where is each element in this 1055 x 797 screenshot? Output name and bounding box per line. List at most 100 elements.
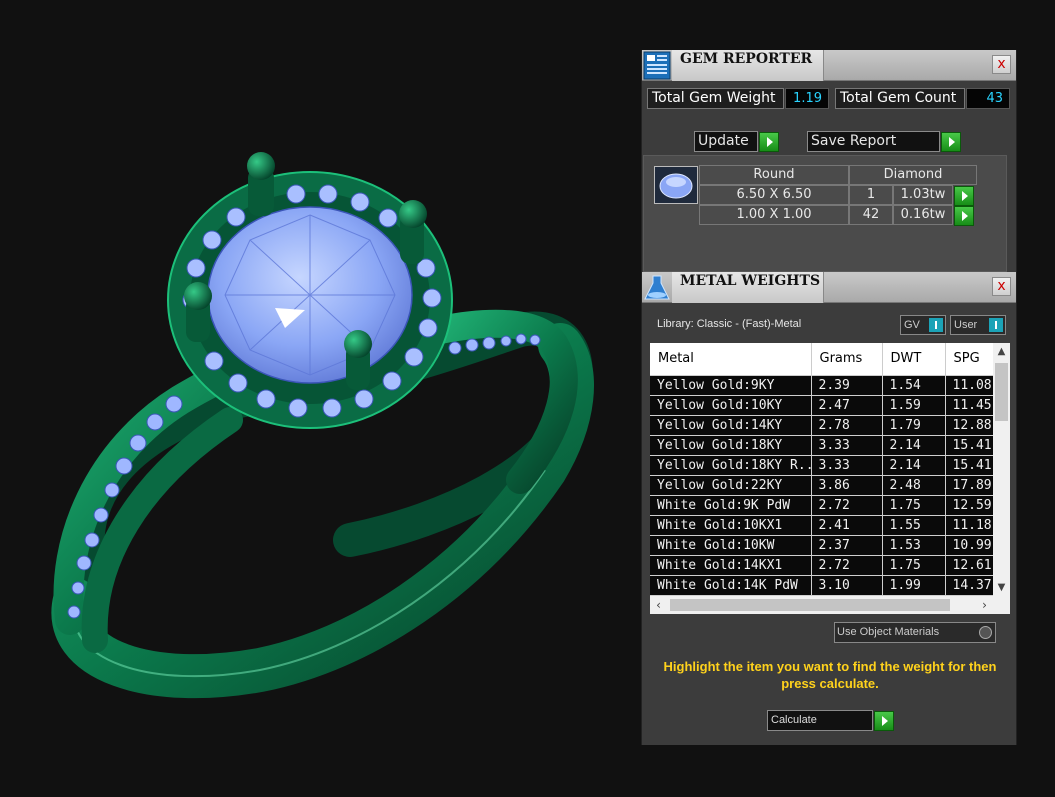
dwt-cell[interactable]: 2.48 [882, 475, 946, 496]
panel-title: METAL WEIGHTS [672, 272, 824, 303]
grams-cell[interactable]: 2.72 [811, 495, 883, 516]
grams-cell[interactable]: 2.47 [811, 395, 883, 416]
scroll-right-icon[interactable]: › [976, 596, 993, 614]
metal-name-cell[interactable]: Yellow Gold:18KY R... [650, 455, 812, 476]
table-row[interactable]: White Gold:10KW 2.37 1.53 10.99 [650, 535, 994, 556]
gem-row-weight[interactable]: 1.03tw [893, 185, 953, 205]
table-row[interactable]: Yellow Gold:10KY 2.47 1.59 11.45 [650, 395, 994, 416]
metal-name-cell[interactable]: White Gold:10KX1 [650, 515, 812, 536]
table-row[interactable]: White Gold:14K PdW 3.10 1.99 14.37 [650, 575, 994, 596]
metal-name-cell[interactable]: Yellow Gold:18KY [650, 435, 812, 456]
grams-cell[interactable]: 2.39 [811, 375, 883, 396]
horizontal-scrollbar[interactable]: ‹ › [650, 596, 1010, 614]
column-header-dwt[interactable]: DWT [882, 343, 946, 376]
gem-row-weight[interactable]: 0.16tw [893, 205, 953, 225]
dwt-cell[interactable]: 2.14 [882, 435, 946, 456]
dwt-cell[interactable]: 1.55 [882, 515, 946, 536]
spg-cell[interactable]: 12.61 [945, 555, 994, 576]
spg-cell[interactable]: 11.18 [945, 515, 994, 536]
scroll-thumb[interactable] [670, 599, 950, 611]
vertical-scrollbar[interactable]: ▲ ▼ [993, 343, 1010, 596]
save-report-arrow-icon[interactable] [941, 132, 961, 152]
column-header-grams[interactable]: Grams [811, 343, 883, 376]
scroll-left-icon[interactable]: ‹ [650, 596, 667, 614]
gem-shape-header: Round [699, 165, 849, 185]
spg-cell[interactable]: 12.59 [945, 495, 994, 516]
calculate-button[interactable]: Calculate [767, 710, 873, 731]
panel-title: GEM REPORTER [672, 50, 824, 81]
table-row[interactable]: Yellow Gold:9KY 2.39 1.54 11.08 [650, 375, 994, 396]
table-row[interactable]: White Gold:10KX1 2.41 1.55 11.18 [650, 515, 994, 536]
total-gem-weight-label: Total Gem Weight [647, 88, 784, 109]
update-arrow-icon[interactable] [759, 132, 779, 152]
gem-row-size[interactable]: 1.00 X 1.00 [699, 205, 849, 225]
metal-name-cell[interactable]: White Gold:10KW [650, 535, 812, 556]
spg-cell[interactable]: 17.89 [945, 475, 994, 496]
scroll-down-icon[interactable]: ▼ [993, 579, 1010, 596]
gem-material-header: Diamond [849, 165, 977, 185]
metal-table[interactable]: Metal Grams DWT SPG Yellow Gold:9KY 2.39 1… [650, 343, 1010, 614]
grams-cell[interactable]: 3.33 [811, 435, 883, 456]
dwt-cell[interactable]: 1.54 [882, 375, 946, 396]
grams-cell[interactable]: 3.86 [811, 475, 883, 496]
use-object-materials-label: Use Object Materials [837, 626, 940, 638]
toggle-switch-icon [929, 318, 943, 332]
table-row[interactable]: Yellow Gold:18KY R... 3.33 2.14 15.41 [650, 455, 994, 476]
table-row[interactable]: White Gold:9K PdW 2.72 1.75 12.59 [650, 495, 994, 516]
metal-name-cell[interactable]: White Gold:14K PdW [650, 575, 812, 596]
table-row[interactable]: Yellow Gold:14KY 2.78 1.79 12.88 [650, 415, 994, 436]
update-button[interactable]: Update [694, 131, 758, 152]
scroll-up-icon[interactable]: ▲ [993, 343, 1010, 360]
dwt-cell[interactable]: 1.59 [882, 395, 946, 416]
grams-cell[interactable]: 3.10 [811, 575, 883, 596]
gem-row-arrow-icon[interactable] [954, 186, 974, 206]
spg-cell[interactable]: 10.99 [945, 535, 994, 556]
dwt-cell[interactable]: 2.14 [882, 455, 946, 476]
close-icon[interactable]: x [992, 55, 1011, 74]
spg-cell[interactable]: 11.08 [945, 375, 994, 396]
scroll-thumb[interactable] [995, 363, 1008, 421]
metal-name-cell[interactable]: White Gold:9K PdW [650, 495, 812, 516]
3d-viewport[interactable] [0, 0, 640, 797]
grams-cell[interactable]: 2.78 [811, 415, 883, 436]
dwt-cell[interactable]: 1.75 [882, 495, 946, 516]
dwt-cell[interactable]: 1.75 [882, 555, 946, 576]
close-icon[interactable]: x [992, 277, 1011, 296]
grams-cell[interactable]: 2.72 [811, 555, 883, 576]
spg-cell[interactable]: 12.88 [945, 415, 994, 436]
spg-cell[interactable]: 11.45 [945, 395, 994, 416]
grams-cell[interactable]: 2.41 [811, 515, 883, 536]
table-row[interactable]: Yellow Gold:18KY 3.33 2.14 15.41 [650, 435, 994, 456]
grams-cell[interactable]: 2.37 [811, 535, 883, 556]
metal-name-cell[interactable]: Yellow Gold:9KY [650, 375, 812, 396]
gem-row-size[interactable]: 6.50 X 6.50 [699, 185, 849, 205]
column-header-metal[interactable]: Metal [650, 343, 812, 376]
metal-name-cell[interactable]: White Gold:14KX1 [650, 555, 812, 576]
spg-cell[interactable]: 14.37 [945, 575, 994, 596]
dwt-cell[interactable]: 1.99 [882, 575, 946, 596]
grams-cell[interactable]: 3.33 [811, 455, 883, 476]
table-row[interactable]: Yellow Gold:22KY 3.86 2.48 17.89 [650, 475, 994, 496]
calculate-arrow-icon[interactable] [874, 711, 894, 731]
gem-row-count[interactable]: 1 [849, 185, 893, 205]
library-label: Library: Classic - (Fast)-Metal [657, 318, 802, 330]
dwt-cell[interactable]: 1.79 [882, 415, 946, 436]
metal-name-cell[interactable]: Yellow Gold:22KY [650, 475, 812, 496]
dwt-cell[interactable]: 1.53 [882, 535, 946, 556]
gem-reporter-titlebar[interactable]: GEM REPORTER x [642, 50, 1016, 81]
spg-cell[interactable]: 15.41 [945, 435, 994, 456]
metal-name-cell[interactable]: Yellow Gold:14KY [650, 415, 812, 436]
round-gem-thumbnail-icon[interactable] [654, 166, 698, 204]
user-toggle[interactable]: User [950, 315, 1006, 335]
radio-icon[interactable] [979, 626, 992, 639]
table-row[interactable]: White Gold:14KX1 2.72 1.75 12.61 [650, 555, 994, 576]
metal-name-cell[interactable]: Yellow Gold:10KY [650, 395, 812, 416]
metal-weights-titlebar[interactable]: METAL WEIGHTS x [642, 272, 1016, 303]
column-header-spg[interactable]: SPG [945, 343, 994, 376]
spg-cell[interactable]: 15.41 [945, 455, 994, 476]
gem-row-count[interactable]: 42 [849, 205, 893, 225]
save-report-button[interactable]: Save Report [807, 131, 940, 152]
gv-toggle[interactable]: GV [900, 315, 946, 335]
gem-row-arrow-icon[interactable] [954, 206, 974, 226]
use-object-materials-option[interactable]: Use Object Materials [834, 622, 996, 643]
